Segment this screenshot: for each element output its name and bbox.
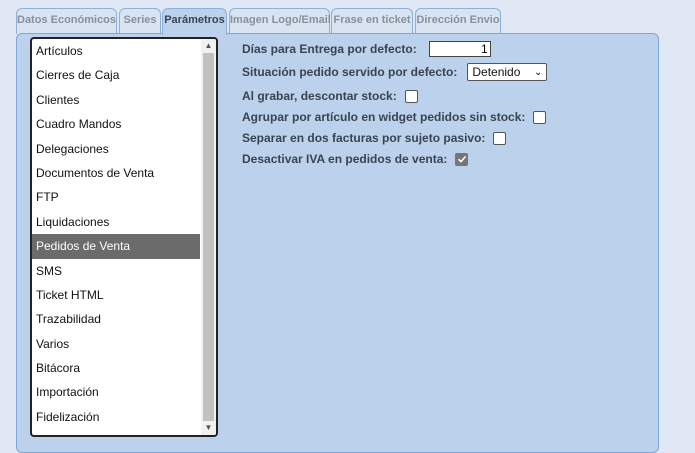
disable-vat-label: Desactivar IVA en pedidos de venta: — [242, 152, 448, 166]
split-invoices-row: Separar en dos facturas por sujeto pasiv… — [242, 128, 507, 148]
tab-direccion-envio[interactable]: Dirección Envio — [415, 8, 501, 34]
list-item[interactable]: Trazabilidad — [32, 307, 200, 331]
chevron-down-icon: ⌄ — [533, 66, 543, 78]
list-item[interactable]: SMS — [32, 259, 200, 283]
list-item[interactable]: Cuadro Mandos — [32, 112, 200, 136]
list-item[interactable]: Delegaciones — [32, 137, 200, 161]
tab-imagen-logo-email[interactable]: Imagen Logo/Email — [229, 8, 331, 34]
order-status-value: Detenido — [472, 65, 521, 79]
list-item[interactable]: FTP — [32, 185, 200, 209]
split-invoices-checkbox[interactable] — [493, 131, 507, 145]
tab-series[interactable]: Series — [119, 8, 161, 34]
discount-stock-label: Al grabar, descontar stock: — [242, 89, 397, 103]
discount-stock-checkbox[interactable] — [404, 89, 418, 103]
scrollbar-thumb[interactable] — [203, 53, 214, 421]
group-by-article-row: Agrupar por artículo en widget pedidos s… — [242, 107, 547, 127]
delivery-days-label: Días para Entrega por defecto: — [242, 42, 417, 56]
list-item[interactable]: Bitácora — [32, 356, 200, 380]
split-invoices-label: Separar en dos facturas por sujeto pasiv… — [242, 131, 486, 145]
tab-frase-en-ticket[interactable]: Frase en ticket — [331, 8, 413, 34]
module-list[interactable]: Artículos Cierres de Caja Clientes Cuadr… — [30, 37, 218, 437]
triangle-down-icon[interactable]: ▼ — [201, 421, 216, 435]
list-item[interactable]: Artículos — [32, 39, 200, 63]
parameters-panel: Artículos Cierres de Caja Clientes Cuadr… — [16, 33, 659, 453]
order-status-select[interactable]: Detenido ⌄ — [467, 63, 548, 81]
list-item[interactable]: Importación — [32, 380, 200, 404]
list-item[interactable]: Fidelización — [32, 405, 200, 429]
order-status-row: Situación pedido servido por defecto: De… — [242, 62, 548, 82]
list-item[interactable]: Documentos de Venta — [32, 161, 200, 185]
list-item[interactable]: Liquidaciones — [32, 210, 200, 234]
delivery-days-row: Días para Entrega por defecto: — [242, 39, 491, 59]
group-by-article-checkbox[interactable] — [533, 110, 547, 124]
group-by-article-label: Agrupar por artículo en widget pedidos s… — [242, 110, 526, 124]
tab-datos-economicos[interactable]: Datos Económicos — [16, 8, 117, 34]
disable-vat-row: Desactivar IVA en pedidos de venta: — [242, 149, 469, 169]
module-list-items: Artículos Cierres de Caja Clientes Cuadr… — [32, 39, 200, 429]
list-item[interactable]: Clientes — [32, 88, 200, 112]
check-icon — [457, 155, 467, 163]
triangle-up-icon[interactable]: ▲ — [201, 39, 216, 53]
disable-vat-checkbox[interactable] — [455, 152, 469, 166]
list-item-selected[interactable]: Pedidos de Venta — [32, 234, 200, 259]
order-status-label: Situación pedido servido por defecto: — [242, 65, 458, 79]
list-scrollbar[interactable]: ▲ ▼ — [201, 39, 216, 435]
tab-parametros[interactable]: Parámetros — [162, 8, 227, 35]
list-item[interactable]: Ticket HTML — [32, 283, 200, 307]
list-item[interactable]: Varios — [32, 332, 200, 356]
discount-stock-row: Al grabar, descontar stock: — [242, 86, 418, 106]
list-item[interactable]: Cierres de Caja — [32, 63, 200, 87]
delivery-days-input[interactable] — [428, 41, 491, 57]
